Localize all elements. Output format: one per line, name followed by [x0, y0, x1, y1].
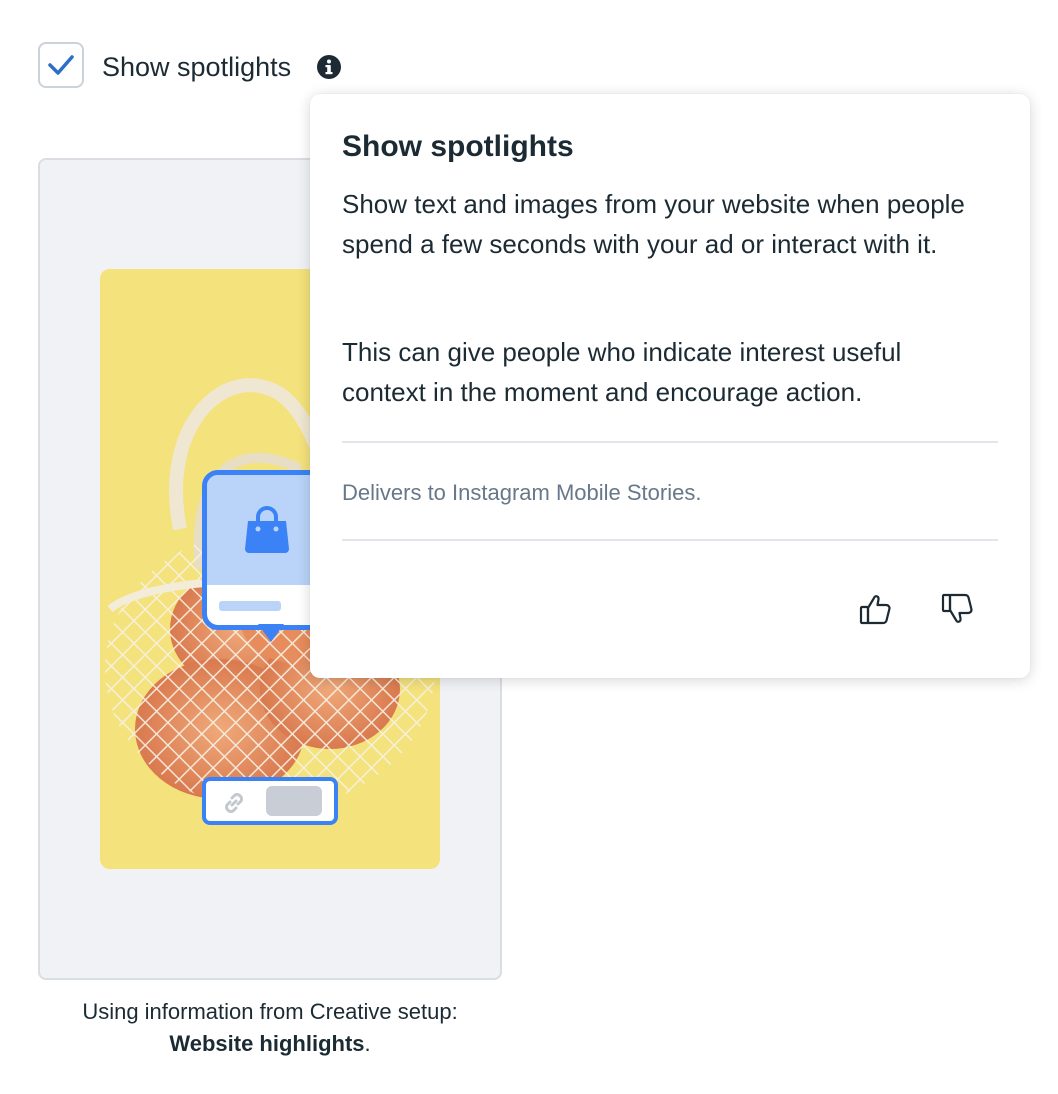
thumbs-down-icon	[941, 593, 973, 623]
thumbs-down-button[interactable]	[938, 590, 978, 630]
tooltip-benefit: This can give people who indicate intere…	[342, 337, 902, 407]
show-spotlights-label[interactable]: Show spotlights	[102, 50, 291, 84]
page: Show spotlights Using information from C…	[0, 0, 1058, 1094]
divider	[342, 539, 998, 541]
spotlight-card-pointer	[258, 624, 284, 642]
show-spotlights-checkbox[interactable]	[38, 42, 84, 88]
checkmark-icon	[48, 55, 74, 75]
divider	[342, 441, 998, 443]
thumbs-up-button[interactable]	[856, 590, 896, 630]
caption-prefix: Using information from Creative setup:	[82, 999, 458, 1024]
link-icon	[225, 793, 243, 813]
tooltip-description: Show text and images from your website w…	[342, 189, 965, 259]
delivery-note: Delivers to Instagram Mobile Stories.	[342, 480, 702, 505]
preview-caption: Using information from Creative setup: W…	[38, 996, 502, 1060]
link-text-placeholder	[266, 786, 322, 816]
info-icon[interactable]	[316, 54, 342, 80]
caption-suffix: .	[364, 1031, 371, 1056]
caption-bold: Website highlights	[169, 1031, 365, 1056]
spotlight-text-placeholder	[219, 601, 281, 611]
shopping-bag-icon	[245, 506, 289, 553]
tooltip-title: Show spotlights	[342, 130, 574, 163]
link-sticker	[202, 777, 338, 825]
thumbs-up-icon	[859, 594, 891, 624]
spotlights-tooltip: Show spotlights Show text and images fro…	[310, 94, 1030, 678]
